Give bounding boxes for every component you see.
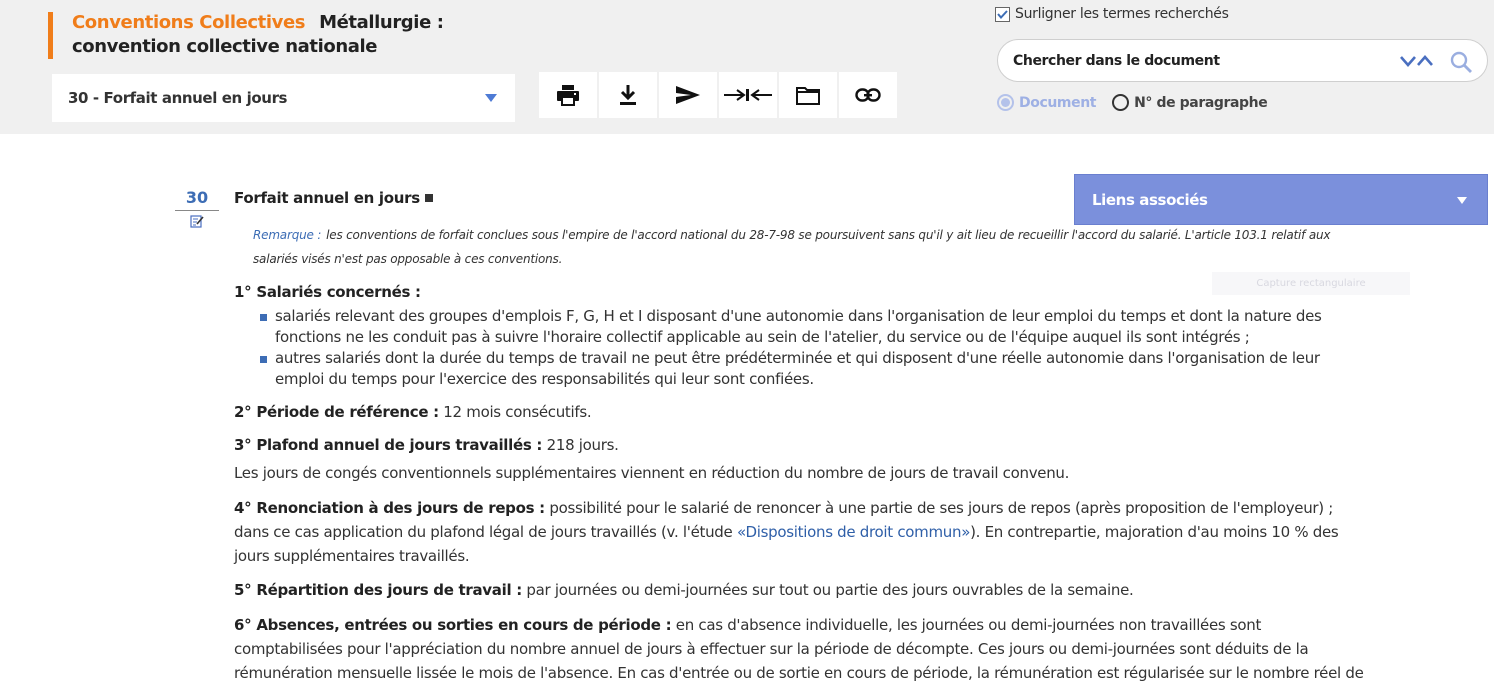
document-content: Forfait annuel en jours Remarque : les co… [234, 187, 1364, 683]
search-prev-next-icon[interactable] [1400, 54, 1434, 68]
section-select-value: 30 - Forfait annuel en jours [68, 89, 288, 107]
highlight-label: Surligner les termes recherchés [1015, 6, 1229, 22]
section-number: 4° [234, 499, 252, 517]
scope-document-radio[interactable] [997, 94, 1014, 111]
document-search[interactable]: Chercher dans le document [997, 39, 1488, 82]
section-text: 12 mois consécutifs. [443, 403, 592, 421]
collapse-button[interactable] [719, 72, 777, 118]
dropdown-caret-icon [1457, 197, 1467, 204]
section-title: Salariés concernés : [256, 283, 421, 301]
section-number: 3° [234, 436, 252, 454]
section-salaries-concernes: 1° Salariés concernés : salariés relevant… [234, 282, 1364, 390]
section-title: Absences, entrées ou sorties en cours de… [256, 616, 672, 634]
print-button[interactable] [539, 72, 597, 118]
section-number: 5° [234, 581, 252, 599]
paragraph-number-divider [175, 210, 219, 211]
link-icon [855, 88, 881, 102]
section-repartition: 5° Répartition des jours de travail : par… [234, 580, 1364, 601]
send-icon [676, 86, 700, 104]
list-item: autres salariés dont la durée du temps d… [260, 348, 1364, 390]
section-title: Répartition des jours de travail : [256, 581, 522, 599]
highlight-option[interactable]: Surligner les termes recherchés [995, 6, 1229, 22]
highlight-checkbox[interactable] [995, 6, 1010, 22]
remark-note: Remarque : les conventions de forfait con… [253, 223, 1353, 271]
search-scope: Document N° de paragraphe [997, 94, 1268, 111]
section-number: 1° [234, 283, 252, 301]
section-absences: 6° Absences, entrées ou sorties en cours … [234, 613, 1364, 683]
section-text: 218 jours. [546, 436, 619, 454]
search-input[interactable]: Chercher dans le document [1013, 53, 1220, 69]
paragraph-number[interactable]: 30 [175, 188, 219, 207]
search-icon[interactable] [1450, 51, 1472, 73]
send-button[interactable] [659, 72, 717, 118]
checkmark-icon [997, 9, 1008, 19]
section-text: par journées ou demi-journées sur tout o… [526, 581, 1134, 599]
document-toolbar [539, 72, 899, 118]
section-title: Période de référence : [256, 403, 439, 421]
scope-document-label[interactable]: Document [1019, 95, 1096, 111]
dropdown-caret-icon [485, 94, 497, 102]
section-number: 6° [234, 616, 252, 634]
remark-text: les conventions de forfait conclues sous… [253, 228, 1331, 266]
square-marker-icon [424, 194, 433, 202]
capture-overlay: Capture rectangulaire [1212, 272, 1410, 295]
section-plafond-annuel: 3° Plafond annuel de jours travaillés : 2… [234, 435, 1364, 456]
related-links-dropdown[interactable]: Liens associés [1074, 174, 1488, 225]
brand-label[interactable]: Conventions Collectives [72, 12, 306, 33]
section-renonciation: 4° Renonciation à des jours de repos : po… [234, 496, 1364, 568]
folder-button[interactable] [779, 72, 837, 118]
bullet-list: salariés relevant des groupes d'emplois … [260, 306, 1364, 390]
section-title: Plafond annuel de jours travaillés : [256, 436, 543, 454]
related-links-label: Liens associés [1092, 190, 1208, 209]
section-title: Renonciation à des jours de repos : [256, 499, 545, 517]
top-bar: Conventions Collectives Métallurgie : con… [0, 0, 1494, 134]
scope-paragraph-radio[interactable] [1112, 94, 1130, 111]
folder-icon [796, 87, 820, 105]
print-icon [557, 85, 579, 106]
link-button[interactable] [839, 72, 897, 118]
collapse-arrows-icon [724, 89, 772, 101]
section-note: Les jours de congés conventionnels suppl… [234, 464, 1070, 482]
droit-commun-link[interactable]: «Dispositions de droit commun» [737, 523, 970, 541]
document-title: Conventions Collectives Métallurgie : con… [72, 11, 522, 59]
remark-label: Remarque : [253, 228, 322, 242]
section-periode-reference: 2° Période de référence : 12 mois consécu… [234, 402, 1364, 423]
section-number: 2° [234, 403, 252, 421]
download-button[interactable] [599, 72, 657, 118]
paragraph-title: Forfait annuel en jours [234, 189, 420, 207]
header-accent-bar [48, 12, 53, 59]
scope-paragraph-label[interactable]: N° de paragraphe [1134, 95, 1268, 111]
section-select[interactable]: 30 - Forfait annuel en jours [52, 74, 515, 122]
list-item: salariés relevant des groupes d'emplois … [260, 306, 1364, 348]
download-icon [620, 85, 636, 105]
edit-note-icon[interactable] [190, 214, 204, 228]
